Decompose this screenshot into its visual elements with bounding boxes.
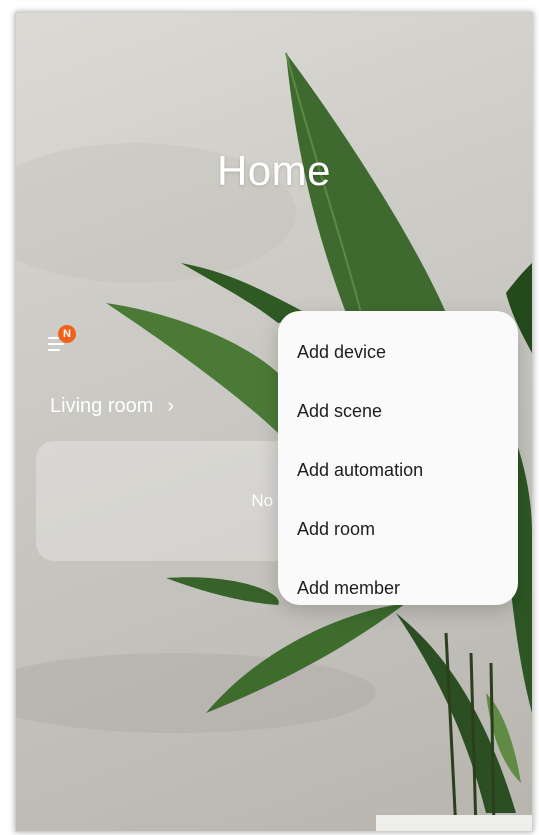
menu-item-add-automation[interactable]: Add automation bbox=[278, 441, 518, 500]
notification-badge: N bbox=[58, 325, 76, 343]
room-link-living-room[interactable]: Living room › bbox=[50, 395, 174, 418]
phone-screen: Home N Living room › No de Add device Ad… bbox=[15, 12, 533, 832]
menu-button[interactable]: N bbox=[42, 325, 86, 361]
menu-item-add-member[interactable]: Add member bbox=[278, 559, 518, 618]
chevron-right-icon: › bbox=[167, 395, 175, 417]
menu-item-add-room[interactable]: Add room bbox=[278, 500, 518, 559]
room-name: Living room bbox=[50, 395, 154, 417]
page-title: Home bbox=[216, 147, 332, 194]
add-popup-menu: Add device Add scene Add automation Add … bbox=[278, 311, 518, 605]
menu-item-add-scene[interactable]: Add scene bbox=[278, 382, 518, 441]
menu-item-add-device[interactable]: Add device bbox=[278, 323, 518, 382]
